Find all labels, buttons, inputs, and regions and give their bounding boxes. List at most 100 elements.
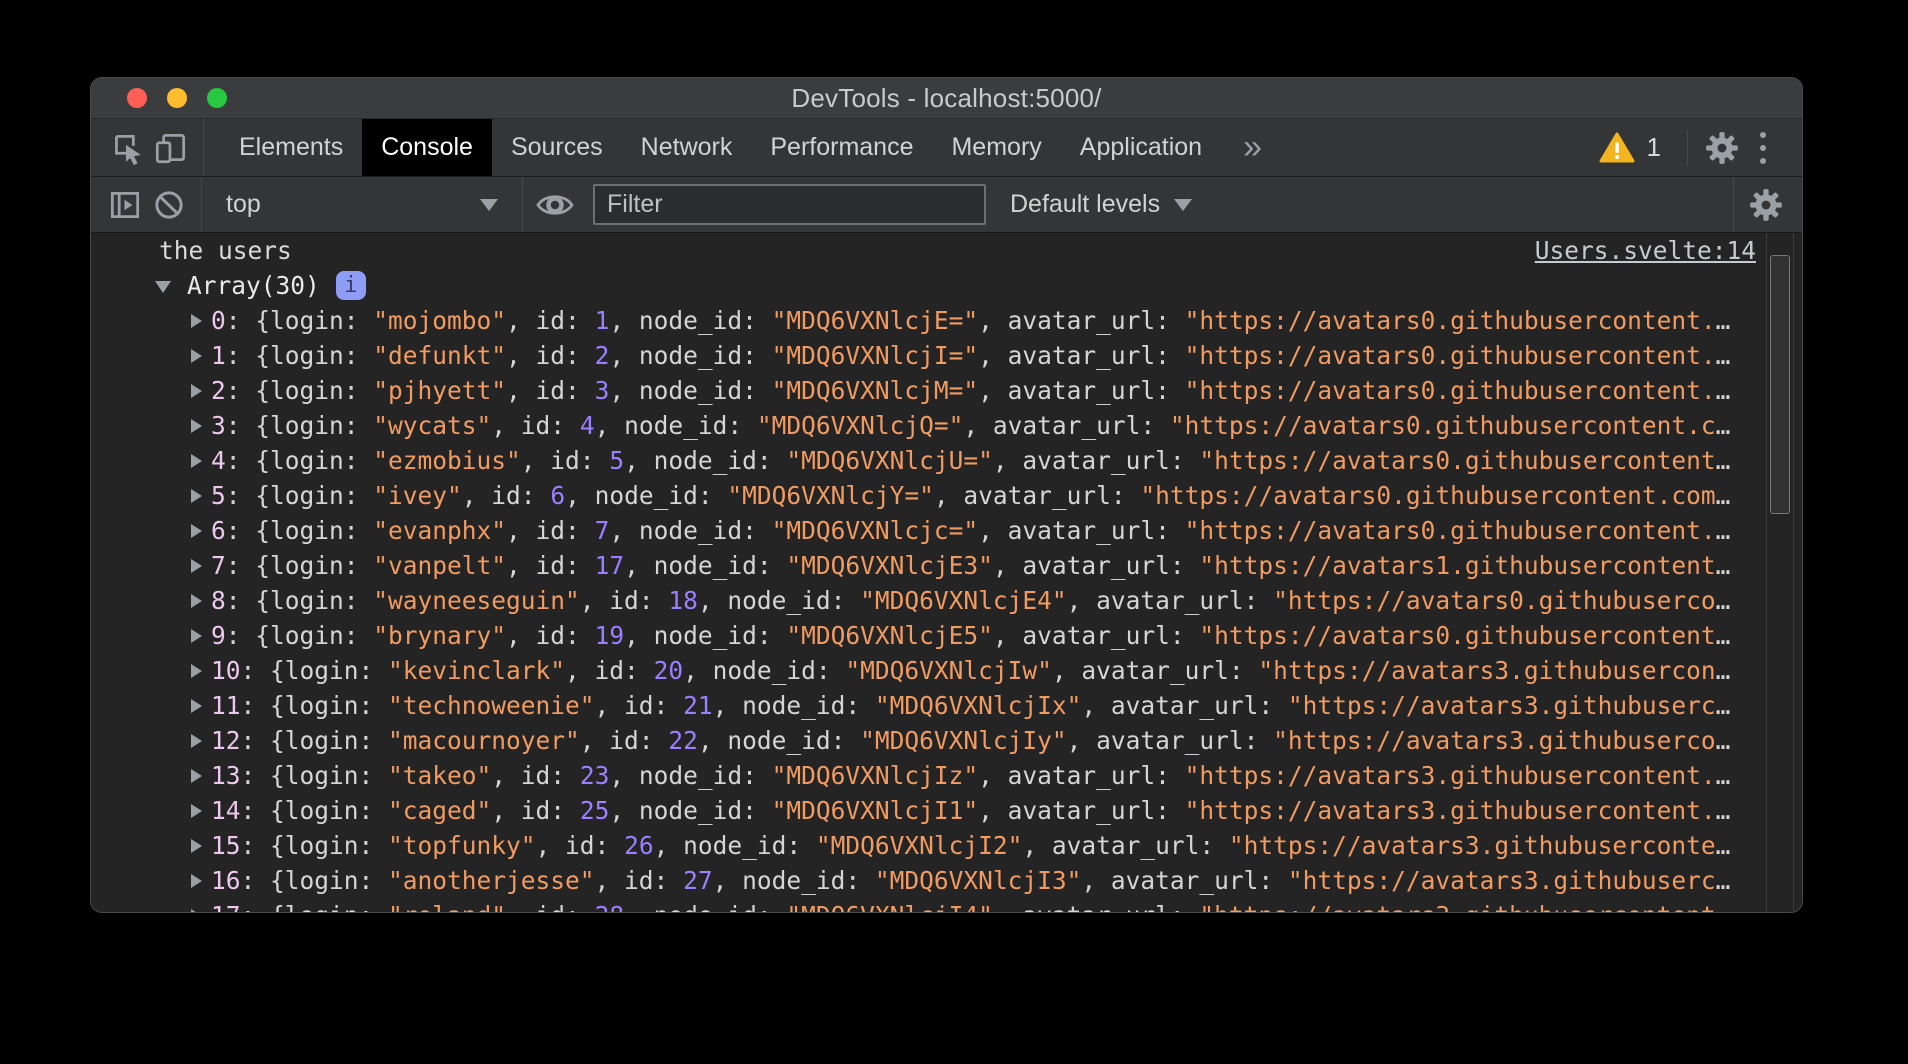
- login-value: "brynary": [373, 621, 506, 650]
- object-preview-text: , avatar_url:: [993, 901, 1200, 913]
- array-item-row[interactable]: 5: {login: "ivey", id: 6, node_id: "MDQ6…: [91, 478, 1802, 513]
- tab-performance[interactable]: Performance: [751, 119, 932, 176]
- create-live-expression-button[interactable]: [533, 186, 577, 224]
- expand-arrow-icon[interactable]: [191, 419, 202, 433]
- item-index: 2: [211, 376, 226, 405]
- object-preview-text: , node_id:: [624, 446, 786, 475]
- expand-arrow-icon[interactable]: [191, 349, 202, 363]
- console-warning-indicator[interactable]: 1: [1585, 131, 1675, 165]
- minimize-window-button[interactable]: [167, 88, 187, 108]
- clear-console-icon: [150, 186, 188, 224]
- node-id-value: "MDQ6VXNlcjc=": [772, 516, 979, 545]
- expand-arrow-icon[interactable]: [191, 559, 202, 573]
- console-toolbar: top Default levels: [91, 177, 1802, 233]
- array-item-row[interactable]: 0: {login: "mojombo", id: 1, node_id: "M…: [91, 303, 1802, 338]
- node-id-value: "MDQ6VXNlcjE5": [786, 621, 993, 650]
- array-header-row[interactable]: Array(30)i: [91, 268, 1802, 303]
- login-value: "caged": [388, 796, 491, 825]
- tab-elements[interactable]: Elements: [220, 119, 362, 176]
- array-item-row[interactable]: 3: {login: "wycats", id: 4, node_id: "MD…: [91, 408, 1802, 443]
- collapse-arrow-icon[interactable]: [155, 281, 171, 293]
- show-console-sidebar-button[interactable]: [103, 186, 147, 224]
- console-settings-button[interactable]: [1744, 186, 1788, 224]
- expand-arrow-icon[interactable]: [191, 524, 202, 538]
- expand-arrow-icon[interactable]: [191, 489, 202, 503]
- array-item-row[interactable]: 2: {login: "pjhyett", id: 3, node_id: "M…: [91, 373, 1802, 408]
- expand-arrow-icon[interactable]: [191, 734, 202, 748]
- source-location-link[interactable]: Users.svelte:14: [1535, 233, 1756, 268]
- object-preview-text: , node_id:: [713, 691, 875, 720]
- settings-button[interactable]: [1700, 129, 1744, 167]
- object-preview-text: : {login:: [226, 586, 374, 615]
- tab-sources[interactable]: Sources: [492, 119, 622, 176]
- login-value: "technoweenie": [388, 691, 595, 720]
- node-id-value: "MDQ6VXNlcjI=": [772, 341, 979, 370]
- close-window-button[interactable]: [127, 88, 147, 108]
- object-preview-text: , node_id:: [654, 831, 816, 860]
- array-item-row[interactable]: 13: {login: "takeo", id: 23, node_id: "M…: [91, 758, 1802, 793]
- object-preview-text: : {login:: [241, 726, 389, 755]
- expand-arrow-icon[interactable]: [191, 664, 202, 678]
- console-filter-input[interactable]: [593, 184, 986, 225]
- array-item-row[interactable]: 15: {login: "topfunky", id: 26, node_id:…: [91, 828, 1802, 863]
- clear-console-button[interactable]: [147, 186, 191, 224]
- tab-console[interactable]: Console: [362, 119, 492, 176]
- info-badge-icon[interactable]: i: [336, 271, 366, 300]
- javascript-context-selector[interactable]: top: [212, 190, 512, 219]
- array-item-row[interactable]: 16: {login: "anotherjesse", id: 27, node…: [91, 863, 1802, 898]
- expand-arrow-icon[interactable]: [191, 629, 202, 643]
- expand-arrow-icon[interactable]: [191, 839, 202, 853]
- expand-arrow-icon[interactable]: [191, 594, 202, 608]
- object-preview-text: , avatar_url:: [978, 761, 1185, 790]
- item-index: 14: [211, 796, 241, 825]
- chevron-down-icon: [1174, 199, 1192, 211]
- id-value: 7: [595, 516, 610, 545]
- object-preview-text: , id:: [506, 621, 595, 650]
- array-item-row[interactable]: 4: {login: "ezmobius", id: 5, node_id: "…: [91, 443, 1802, 478]
- array-item-row[interactable]: 8: {login: "wayneeseguin", id: 18, node_…: [91, 583, 1802, 618]
- expand-arrow-icon[interactable]: [191, 909, 202, 913]
- avatar-url-value: "https://avatars0.githubusercontent.: [1185, 376, 1716, 405]
- array-item-row[interactable]: 1: {login: "defunkt", id: 2, node_id: "M…: [91, 338, 1802, 373]
- expand-arrow-icon[interactable]: [191, 454, 202, 468]
- expand-arrow-icon[interactable]: [191, 384, 202, 398]
- tab-application[interactable]: Application: [1061, 119, 1221, 176]
- object-preview-text: : {login:: [241, 866, 389, 895]
- object-preview-text: , avatar_url:: [978, 376, 1185, 405]
- devtools-window: DevTools - localhost:5000/ ElementsConso…: [90, 77, 1803, 913]
- truncation-ellipsis: …: [1716, 656, 1731, 685]
- array-item-row[interactable]: 17: {login: "roland", id: 28, node_id: "…: [91, 898, 1802, 913]
- array-item-row[interactable]: 11: {login: "technoweenie", id: 21, node…: [91, 688, 1802, 723]
- log-levels-dropdown[interactable]: Default levels: [1010, 190, 1192, 219]
- expand-arrow-icon[interactable]: [191, 769, 202, 783]
- expand-arrow-icon[interactable]: [191, 804, 202, 818]
- object-preview-text: : {login:: [226, 551, 374, 580]
- scrollbar-thumb[interactable]: [1770, 255, 1790, 514]
- console-scrollbar[interactable]: [1766, 233, 1794, 913]
- inspect-element-button[interactable]: [105, 119, 149, 176]
- login-value: "topfunky": [388, 831, 536, 860]
- array-item-row[interactable]: 7: {login: "vanpelt", id: 17, node_id: "…: [91, 548, 1802, 583]
- avatar-url-value: "https://avatars0.githubusercontent.: [1185, 341, 1716, 370]
- item-index: 1: [211, 341, 226, 370]
- chevron-down-icon: [480, 199, 498, 211]
- tab-memory[interactable]: Memory: [932, 119, 1060, 176]
- toggle-device-toolbar-button[interactable]: [149, 119, 193, 176]
- console-toolbar-right: [1723, 177, 1802, 232]
- item-index: 4: [211, 446, 226, 475]
- inspect-cursor-icon: [108, 129, 146, 167]
- item-index: 5: [211, 481, 226, 510]
- expand-arrow-icon[interactable]: [191, 699, 202, 713]
- array-item-row[interactable]: 14: {login: "caged", id: 25, node_id: "M…: [91, 793, 1802, 828]
- array-item-row[interactable]: 10: {login: "kevinclark", id: 20, node_i…: [91, 653, 1802, 688]
- more-tabs-button[interactable]: »: [1221, 119, 1284, 176]
- array-item-row[interactable]: 12: {login: "macournoyer", id: 22, node_…: [91, 723, 1802, 758]
- expand-arrow-icon[interactable]: [191, 874, 202, 888]
- customize-devtools-button[interactable]: [1744, 132, 1782, 164]
- array-item-row[interactable]: 9: {login: "brynary", id: 19, node_id: "…: [91, 618, 1802, 653]
- array-item-row[interactable]: 6: {login: "evanphx", id: 7, node_id: "M…: [91, 513, 1802, 548]
- expand-arrow-icon[interactable]: [191, 314, 202, 328]
- tab-network[interactable]: Network: [622, 119, 752, 176]
- zoom-window-button[interactable]: [207, 88, 227, 108]
- login-value: "vanpelt": [373, 551, 506, 580]
